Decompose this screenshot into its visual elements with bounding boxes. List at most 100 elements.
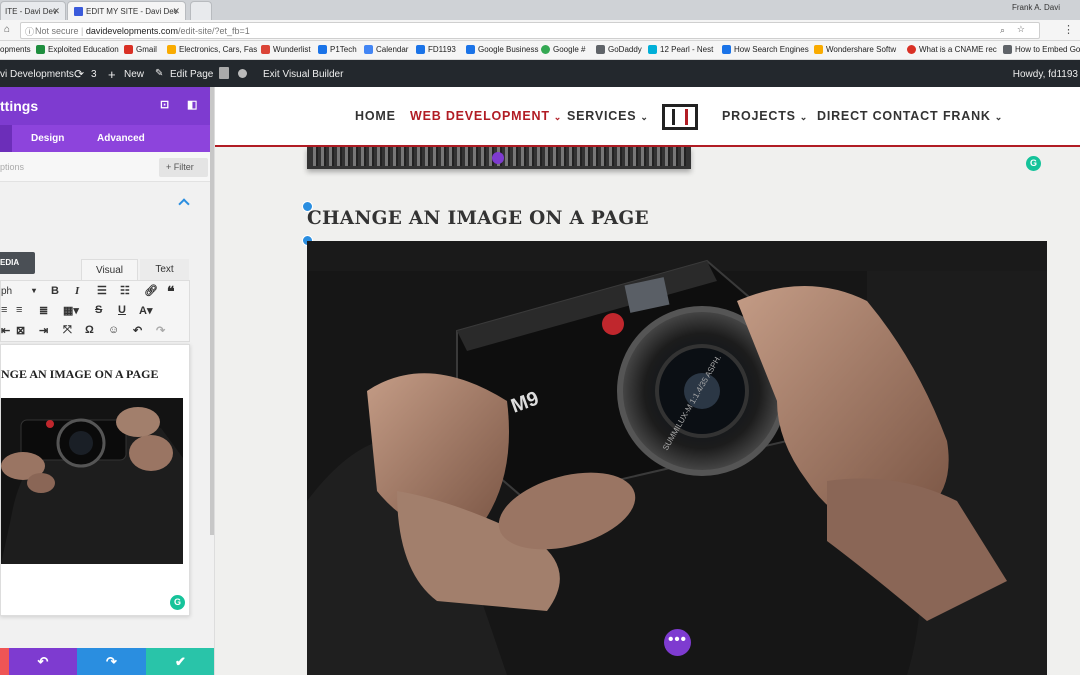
module-dots-icon[interactable] — [492, 152, 504, 164]
indent-icon[interactable]: ⇤ — [1, 324, 10, 337]
justify-icon[interactable]: ≣ — [39, 304, 48, 317]
table-icon[interactable]: ▦▾ — [63, 304, 79, 317]
browser-tab[interactable]: ITE - Davi Dev ✕ — [0, 1, 66, 20]
plus-icon[interactable]: + — [108, 67, 116, 82]
howdy-user[interactable]: Howdy, fd1193 — [1013, 69, 1078, 80]
browser-tab-active[interactable]: EDIT MY SITE - Davi Dev ✕ — [67, 1, 186, 20]
bookmark-label: 12 Pearl - Nest — [660, 45, 714, 54]
close-icon[interactable]: ✕ — [172, 6, 180, 17]
close-icon[interactable]: ✕ — [52, 6, 60, 17]
chevron-up-icon[interactable] — [178, 198, 190, 210]
sidebar-toggle-icon[interactable]: ◧ — [187, 98, 197, 111]
site-name-link[interactable]: vi Developments — [0, 69, 74, 80]
bookmark[interactable]: Wondershare Softw — [814, 45, 896, 54]
bookmark[interactable]: opments — [0, 45, 31, 54]
status-dot-icon[interactable] — [238, 69, 247, 78]
bookmark-label: Wondershare Softw — [826, 45, 897, 54]
search-icon[interactable]: ⌕ — [1000, 25, 1005, 36]
bullet-list-icon[interactable]: ☰ — [97, 284, 107, 297]
undo-button[interactable]: ↶ — [9, 648, 77, 675]
expand-icon[interactable]: ⊡ — [160, 98, 169, 111]
tab-text[interactable]: Text — [140, 259, 189, 280]
fullscreen-icon[interactable]: ⤧ — [63, 324, 72, 337]
grammarly-icon[interactable]: G — [170, 595, 185, 610]
content-editor[interactable]: NGE AN IMAGE ON A PAGE G — [0, 344, 190, 616]
search-placeholder: ptions — [0, 162, 25, 172]
more-options-button[interactable]: ••• — [664, 629, 691, 656]
bookmark[interactable]: GoDaddy — [596, 45, 642, 54]
star-icon[interactable]: ☆ — [1017, 24, 1025, 35]
site-logo[interactable] — [662, 104, 698, 130]
bookmark[interactable]: How to Embed Goo — [1003, 45, 1080, 54]
filter-button[interactable]: + Filter — [159, 158, 208, 177]
bookmark[interactable]: FD1193 — [416, 45, 456, 54]
bookmark[interactable]: Wunderlist — [261, 45, 311, 54]
redo-button[interactable]: ↷ — [77, 648, 146, 675]
nav-label: DIRECT CONTACT — [817, 109, 939, 123]
info-icon[interactable]: ⓘ — [25, 25, 34, 38]
special-char-icon[interactable]: Ω — [85, 324, 94, 336]
options-search[interactable]: ptions + Filter — [0, 152, 214, 182]
bookmark[interactable]: Calendar — [364, 45, 408, 54]
bookmark[interactable]: Google Business — [466, 45, 538, 54]
align-center-icon[interactable]: ≡ — [1, 304, 7, 316]
new-tab-button[interactable] — [190, 1, 212, 20]
edit-page-link[interactable]: Edit Page — [170, 69, 213, 80]
bookmark[interactable]: Electronics, Cars, Fas — [167, 45, 257, 54]
updates-icon[interactable]: ⟳ — [74, 67, 84, 81]
tab-visual[interactable]: Visual — [81, 259, 138, 280]
new-link[interactable]: New — [124, 69, 144, 80]
redo-icon[interactable]: ↷ — [156, 324, 165, 337]
editor-image[interactable] — [1, 398, 183, 564]
bookmark[interactable]: 12 Pearl - Nest — [648, 45, 713, 54]
nav-direct-contact[interactable]: DIRECT CONTACT — [817, 109, 938, 123]
grammarly-icon[interactable]: G — [1026, 156, 1041, 171]
bookmark[interactable]: How Search Engines — [722, 45, 809, 54]
chevron-down-icon: ⌄ — [553, 112, 563, 122]
nav-web-development[interactable]: WEB DEVELOPMENT ⌄ — [410, 109, 562, 123]
paste-text-icon[interactable]: ⊠ — [16, 324, 25, 337]
tab-advanced[interactable]: Advanced — [97, 133, 145, 144]
bookmark-label: GoDaddy — [608, 45, 642, 54]
url-field[interactable]: ⓘ Not secure | davidevelopments.com/edit… — [20, 22, 1040, 39]
section-title: CHANGE AN IMAGE ON A PAGE — [307, 208, 649, 229]
text-color-icon[interactable]: A▾ — [139, 304, 152, 317]
nav-frank[interactable]: FRANK ⌄ — [943, 109, 1003, 123]
nav-services[interactable]: SERVICES ⌄ — [567, 109, 649, 123]
bookmark[interactable]: Exploited Education — [36, 45, 119, 54]
nav-label: HOME — [355, 109, 396, 123]
italic-icon[interactable]: I — [75, 285, 79, 297]
align-right-icon[interactable]: ≡ — [16, 304, 22, 316]
camera-image[interactable]: M9 SUMMILUX-M 1:1.4/35 ASPH. — [307, 241, 1047, 675]
nav-home[interactable]: HOME — [355, 109, 396, 123]
updates-count[interactable]: 3 — [91, 69, 97, 80]
bookmark[interactable]: P1Tech — [318, 45, 357, 54]
bookmark-icon — [416, 45, 425, 54]
save-button[interactable]: ✔ — [146, 648, 214, 675]
add-media-button[interactable]: EDIA — [0, 252, 35, 274]
menu-icon[interactable]: ⋮ — [1063, 23, 1074, 36]
home-icon[interactable]: ⌂ — [4, 24, 10, 35]
outdent-icon[interactable]: ⇥ — [39, 324, 48, 337]
bookmark[interactable]: Gmail — [124, 45, 157, 54]
nav-projects[interactable]: PROJECTS ⌄ — [722, 109, 808, 123]
bookmark[interactable]: Google # — [541, 45, 585, 54]
format-select[interactable]: ph — [1, 286, 12, 297]
tab-design[interactable]: Design — [31, 133, 64, 144]
pencil-icon[interactable]: ✎ — [155, 68, 163, 79]
tab-content[interactable] — [0, 125, 12, 152]
bookmark[interactable]: What is a CNAME rec — [907, 45, 997, 54]
quote-icon[interactable]: ❝ — [167, 283, 175, 300]
browser-profile[interactable]: Frank A. Davi — [1012, 3, 1060, 12]
underline-icon[interactable]: U — [118, 304, 126, 316]
link-icon[interactable]: 🔗︎ — [144, 284, 158, 297]
exit-visual-builder-link[interactable]: Exit Visual Builder — [263, 69, 343, 80]
bold-icon[interactable]: B — [51, 285, 59, 297]
emoji-icon[interactable]: ☺ — [108, 324, 119, 336]
numbered-list-icon[interactable]: ☷ — [120, 284, 130, 297]
strikethrough-icon[interactable]: S — [95, 304, 102, 316]
yoast-icon[interactable] — [219, 67, 229, 79]
discard-button[interactable] — [0, 648, 9, 675]
chevron-down-icon[interactable]: ▾ — [32, 286, 36, 295]
undo-icon[interactable]: ↶ — [133, 324, 142, 337]
